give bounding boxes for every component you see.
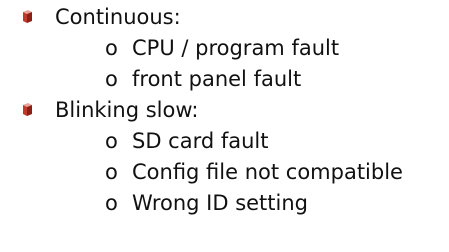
sub-bullet-marker: o	[105, 160, 118, 184]
red-cube-icon	[23, 10, 32, 23]
sub-bullet-marker: o	[105, 129, 118, 153]
sub-list-item: SD card fault	[132, 129, 269, 153]
bullet-list: Continuous: o CPU / program fault o fron…	[0, 0, 449, 252]
sub-list-item: Wrong ID setting	[132, 191, 308, 215]
sub-bullet-marker: o	[105, 191, 118, 215]
sub-list-item: front panel fault	[132, 67, 302, 91]
sub-bullet-marker: o	[105, 36, 118, 60]
red-cube-icon	[23, 103, 32, 116]
list-item-label: Continuous:	[55, 5, 181, 29]
list-item-label: Blinking slow:	[55, 98, 199, 122]
sub-list-item: Config file not compatible	[132, 160, 403, 184]
sub-bullet-marker: o	[105, 67, 118, 91]
sub-list-item: CPU / program fault	[132, 36, 340, 60]
